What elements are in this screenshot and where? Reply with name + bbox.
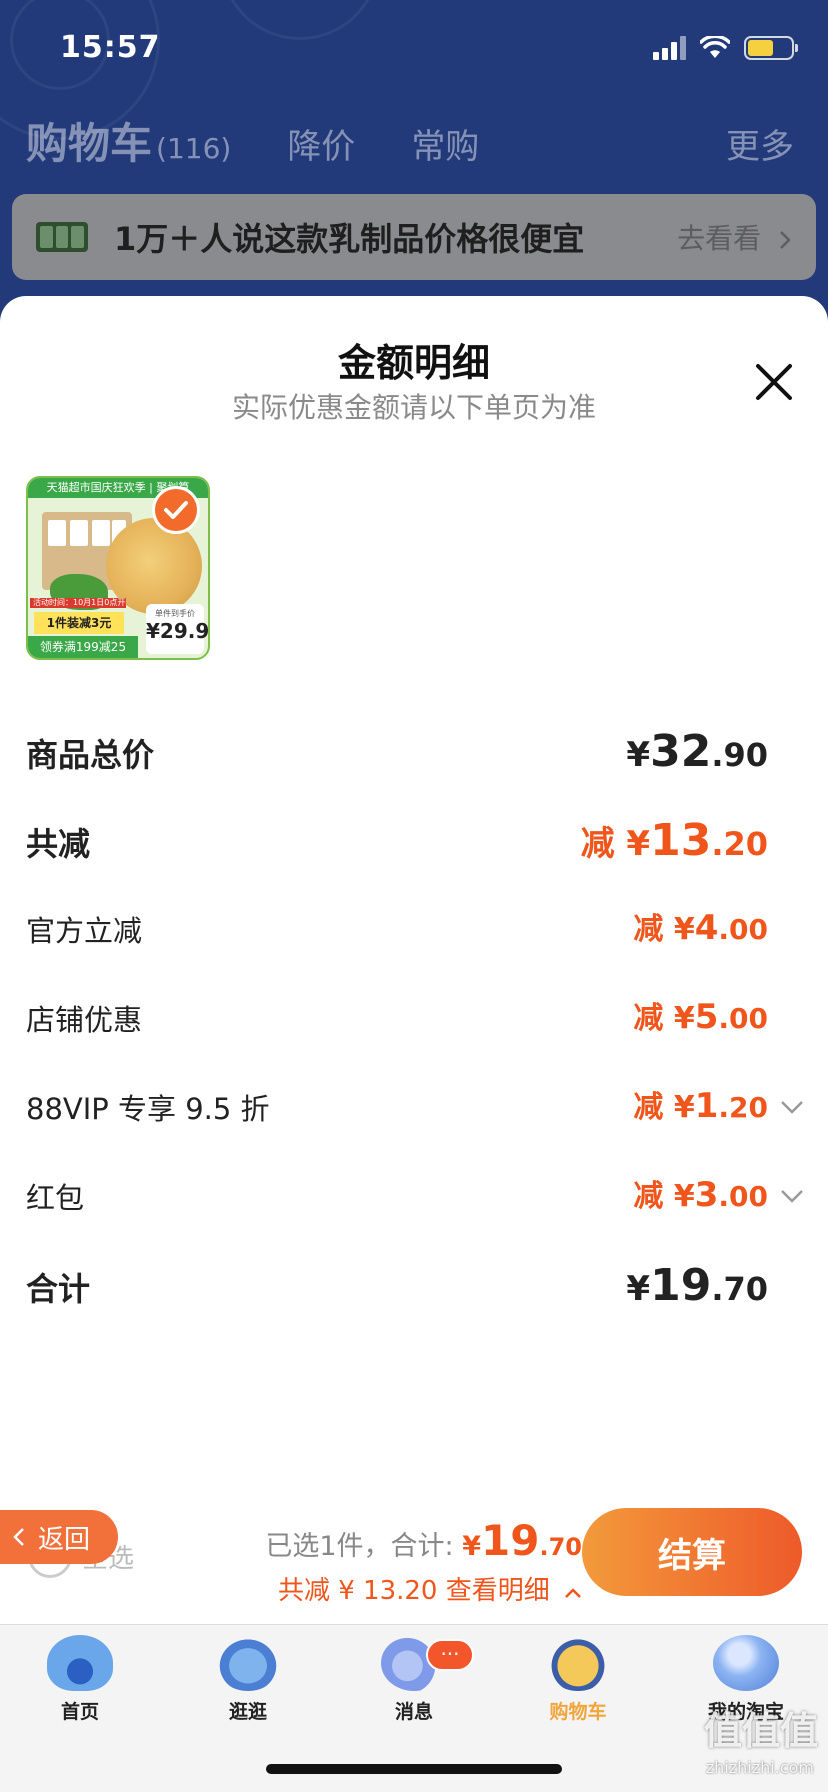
profile-icon xyxy=(713,1635,779,1691)
total-amount: ¥19.70 xyxy=(462,1516,582,1565)
tab-home[interactable]: 首页 xyxy=(10,1635,150,1724)
row-grand-total: 合计 ¥19.70 xyxy=(0,1250,828,1339)
promo-link[interactable]: 去看看 xyxy=(677,217,792,257)
row-label: 官方立减 xyxy=(26,914,143,948)
row-label: 合计 xyxy=(26,1270,91,1308)
discount-details-text: 共减 ¥ 13.20 查看明细 xyxy=(277,1576,550,1606)
row-value: 减 ¥13.20 xyxy=(580,815,768,866)
amount-detail-list: 商品总价 ¥32.90 共减 减 ¥13.20 官方立减 减 ¥4.00 店铺优… xyxy=(0,716,828,1339)
chevron-up-icon xyxy=(565,1588,581,1598)
row-value: 减 ¥5.00 xyxy=(633,997,768,1037)
tab-frequent[interactable]: 常购 xyxy=(411,119,479,168)
promo-text: 1万＋人说这款乳制品价格很便宜 xyxy=(114,220,585,258)
row-label: 商品总价 xyxy=(26,736,155,774)
row-official-discount: 官方立减 减 ¥4.00 xyxy=(0,894,828,983)
battery-icon xyxy=(744,36,798,60)
chevron-right-icon xyxy=(780,231,791,249)
tab-label: 消息 xyxy=(394,1701,433,1723)
row-value: 减 ¥4.00 xyxy=(633,908,768,948)
row-store-discount: 店铺优惠 减 ¥5.00 xyxy=(0,983,828,1072)
tab-cart[interactable]: 购物车 xyxy=(508,1635,648,1724)
back-label: 返回 xyxy=(38,1524,91,1555)
row-total-discount: 共减 减 ¥13.20 xyxy=(0,805,828,894)
product-thumbnail[interactable]: 天猫超市国庆狂欢季 | 聚划算 活动时间：10月1日0点开抢 1件装减3元 领券… xyxy=(26,476,210,660)
tab-label: 购物车 xyxy=(549,1701,607,1723)
promo-product-thumbnail xyxy=(36,222,88,252)
row-value: 减 ¥3.00 xyxy=(633,1175,768,1215)
close-icon[interactable] xyxy=(752,360,796,404)
chevron-down-icon[interactable] xyxy=(780,1189,804,1203)
home-indicator xyxy=(266,1764,562,1774)
sheet-subtitle: 实际优惠金额请以下单页为准 xyxy=(231,391,596,424)
watermark-logo: 值值值 xyxy=(703,1709,818,1753)
watermark-url: zhizhizhi.com xyxy=(705,1758,814,1777)
promo-banner[interactable]: 1万＋人说这款乳制品价格很便宜 去看看 xyxy=(12,194,816,280)
row-value: 减 ¥1.20 xyxy=(633,1086,768,1126)
back-button[interactable]: 返回 xyxy=(0,1510,118,1564)
product-event-time: 活动时间：10月1日0点开抢 xyxy=(30,598,126,608)
product-price-tag: 单件到手价 ¥29.9 xyxy=(146,604,210,654)
row-label: 共减 xyxy=(26,825,91,863)
amount-detail-sheet: 金额明细 实际优惠金额请以下单页为准 天猫超市国庆狂欢季 | 聚划算 活动时间：… xyxy=(0,296,828,1626)
home-icon xyxy=(47,1635,113,1691)
chevron-left-icon xyxy=(13,1528,24,1546)
checkout-button[interactable]: 结算 xyxy=(582,1508,802,1596)
row-label: 88VIP 专享 9.5 折 xyxy=(26,1092,270,1126)
row-label: 红包 xyxy=(26,1181,85,1215)
tab-price-drop[interactable]: 降价 xyxy=(287,119,355,168)
selected-total: 已选1件，合计: ¥19.70 xyxy=(265,1516,582,1565)
view-details-link[interactable]: 共减 ¥ 13.20 查看明细 xyxy=(278,1570,582,1607)
selected-count-text: 已选1件，合计: xyxy=(265,1531,454,1562)
cellular-signal-icon xyxy=(653,36,686,60)
row-value: ¥19.70 xyxy=(626,1260,768,1311)
cart-count: (116) xyxy=(156,132,232,165)
checkout-bar: 返回 全选 已选1件，合计: ¥19.70 共减 ¥ 13.20 查看明细 结算 xyxy=(0,1494,828,1624)
row-label: 店铺优惠 xyxy=(26,1003,143,1037)
more-button[interactable]: 更多 xyxy=(726,119,794,168)
cart-icon xyxy=(545,1635,611,1691)
cart-header: 购物车 (116) 降价 常购 更多 xyxy=(26,110,794,170)
row-vip-discount[interactable]: 88VIP 专享 9.5 折 减 ¥1.20 xyxy=(0,1072,828,1161)
chevron-down-icon[interactable] xyxy=(780,1100,804,1114)
product-tag-discount: 1件装减3元 xyxy=(34,612,124,634)
tab-label: 逛逛 xyxy=(228,1701,267,1723)
decorative-circle xyxy=(220,0,380,40)
tab-label: 首页 xyxy=(60,1701,99,1723)
product-price-value: ¥29.9 xyxy=(146,619,210,643)
sheet-title: 金额明细 xyxy=(337,341,490,385)
product-tag-coupon: 领券满199减25 xyxy=(28,636,138,658)
explore-icon xyxy=(215,1635,281,1691)
wifi-icon xyxy=(700,36,730,58)
row-red-packet[interactable]: 红包 减 ¥3.00 xyxy=(0,1161,828,1250)
product-price-label: 单件到手价 xyxy=(155,609,195,618)
status-time: 15:57 xyxy=(60,30,161,65)
row-value: ¥32.90 xyxy=(626,726,768,777)
row-total-price: 商品总价 ¥32.90 xyxy=(0,716,828,805)
selected-check-icon[interactable] xyxy=(152,486,200,534)
tab-explore[interactable]: 逛逛 xyxy=(178,1635,318,1724)
cart-title: 购物车 xyxy=(26,119,153,168)
status-icons xyxy=(653,36,798,60)
promo-link-label: 去看看 xyxy=(677,222,762,255)
tab-messages[interactable]: ··· 消息 xyxy=(344,1635,484,1724)
message-badge: ··· xyxy=(426,1639,474,1671)
